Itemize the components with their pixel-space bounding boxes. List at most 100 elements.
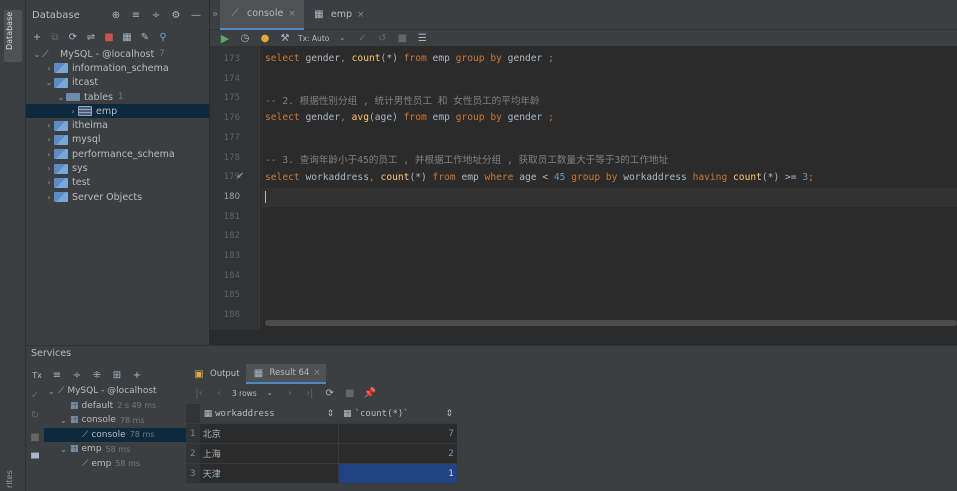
- chevron-icon[interactable]: ⌄: [32, 50, 42, 59]
- tab-console[interactable]: ⟋ console ×: [220, 0, 304, 30]
- sort-icon[interactable]: ⇕: [327, 409, 335, 419]
- stop-icon[interactable]: ■: [28, 430, 42, 444]
- execute-icon[interactable]: ▶: [218, 31, 232, 45]
- commit-icon[interactable]: ✓: [355, 31, 369, 45]
- check-icon[interactable]: ✓: [28, 388, 42, 402]
- stop-icon[interactable]: ■: [343, 386, 357, 400]
- chevron-icon[interactable]: ›: [44, 164, 54, 173]
- tree-item[interactable]: › itheima: [26, 118, 209, 132]
- close-icon[interactable]: ×: [313, 368, 320, 378]
- grid-icon[interactable]: ☰: [415, 31, 429, 45]
- tab-result[interactable]: ▦ Result 64 ×: [245, 364, 327, 384]
- rows-count-select[interactable]: 3 rows: [232, 389, 257, 398]
- tree-item[interactable]: › emp: [26, 104, 209, 119]
- close-icon[interactable]: ×: [357, 10, 365, 20]
- service-item[interactable]: ⌄ ▦ console 78 ms: [44, 413, 186, 428]
- tree-item[interactable]: ⌄ ⟋ MySQL - @localhost 7: [26, 47, 209, 61]
- filter-icon[interactable]: ⚲: [156, 30, 170, 44]
- explain-icon[interactable]: ●: [258, 31, 272, 45]
- add-icon[interactable]: +: [130, 368, 144, 382]
- column-header-workaddress[interactable]: ▦ workaddress ⇕: [199, 404, 340, 423]
- chevron-icon[interactable]: ›: [44, 135, 54, 144]
- tree-item[interactable]: › test: [26, 176, 209, 190]
- tree-item[interactable]: › sys: [26, 161, 209, 175]
- edit-icon[interactable]: ✎: [138, 30, 152, 44]
- chevron-icon[interactable]: ⌄: [60, 416, 70, 425]
- refresh-icon[interactable]: ↻: [28, 408, 42, 422]
- gear-icon[interactable]: ⚙: [169, 8, 183, 22]
- pin-icon[interactable]: 📌: [363, 386, 377, 400]
- cell-count[interactable]: 2: [339, 444, 457, 463]
- tab-output[interactable]: ▣ Output: [186, 364, 246, 384]
- chevron-icon[interactable]: ›: [44, 178, 54, 187]
- service-item[interactable]: ⟋ emp 58 ms: [44, 457, 186, 472]
- tree-item[interactable]: › performance_schema: [26, 147, 209, 161]
- copy-icon[interactable]: ⧉: [48, 30, 62, 44]
- first-page-icon[interactable]: |‹: [192, 386, 206, 400]
- service-item[interactable]: ⌄ ⟋ MySQL - @localhost: [44, 384, 186, 399]
- chevron-icon[interactable]: ⌄: [60, 445, 70, 454]
- cell-workaddress[interactable]: 天津: [199, 464, 340, 483]
- layout-icon[interactable]: ▀: [28, 452, 42, 466]
- service-item[interactable]: ▦ default 2 s 49 ms: [44, 399, 186, 414]
- chevron-icon[interactable]: ⌄: [44, 78, 54, 87]
- wrench-icon[interactable]: ⚒: [278, 31, 292, 45]
- close-icon[interactable]: ×: [288, 9, 296, 19]
- database-tree: ⌄ ⟋ MySQL - @localhost 7 › information_schema…: [26, 47, 209, 204]
- expand-icon[interactable]: ÷: [70, 368, 84, 382]
- chevron-icon[interactable]: ›: [44, 150, 54, 159]
- tx-icon[interactable]: Tx: [30, 368, 44, 382]
- group-icon[interactable]: ⁜: [90, 368, 104, 382]
- reload-icon[interactable]: ⟳: [323, 386, 337, 400]
- tree-item[interactable]: › information_schema: [26, 61, 209, 75]
- more-tabs-icon[interactable]: »: [210, 8, 220, 22]
- tree-item[interactable]: › mysql: [26, 133, 209, 147]
- cell-count[interactable]: 1: [339, 464, 457, 483]
- chevron-icon[interactable]: ›: [44, 193, 54, 202]
- database-icon: [54, 120, 68, 131]
- cell-workaddress[interactable]: 上海: [199, 444, 340, 463]
- collapse-all-icon[interactable]: ≡: [129, 8, 143, 22]
- collapse-all-icon[interactable]: ≡: [50, 368, 64, 382]
- rollback-icon[interactable]: ↺: [375, 31, 389, 45]
- column-header-count[interactable]: ▦ `count(*)` ⇕: [339, 404, 458, 423]
- chevron-down-icon[interactable]: ⌄: [263, 386, 277, 400]
- next-page-icon[interactable]: ›: [283, 386, 297, 400]
- chevron-icon[interactable]: ›: [68, 107, 78, 116]
- stop-icon[interactable]: ■: [102, 30, 116, 44]
- chevron-icon[interactable]: ›: [44, 121, 54, 130]
- schema-icon[interactable]: ⇌: [84, 30, 98, 44]
- layout-icon[interactable]: ⊞: [110, 368, 124, 382]
- tab-emp[interactable]: ▦ emp ×: [304, 0, 373, 30]
- tx-mode-select[interactable]: Tx: Auto: [298, 34, 329, 43]
- cell-workaddress[interactable]: 北京: [199, 424, 340, 443]
- last-page-icon[interactable]: ›|: [303, 386, 317, 400]
- cancel-icon[interactable]: ■: [395, 31, 409, 45]
- sql-editor[interactable]: 173 174 175 176 177 178 179 180 181 182 183 184 185 1…: [210, 46, 957, 330]
- add-icon[interactable]: +: [30, 30, 44, 44]
- table-row[interactable]: 3 天津 1: [186, 464, 457, 484]
- chevron-icon[interactable]: ›: [44, 64, 54, 73]
- table-view-icon[interactable]: ▦: [120, 30, 134, 44]
- expand-icon[interactable]: ÷: [149, 8, 163, 22]
- table-row[interactable]: 1 北京 7: [186, 424, 457, 444]
- service-item[interactable]: ⟋ console 78 ms: [44, 427, 186, 442]
- minimize-icon[interactable]: —: [189, 8, 203, 22]
- cell-count[interactable]: 7: [339, 424, 457, 443]
- horizontal-scrollbar[interactable]: [265, 320, 957, 326]
- database-icon: [54, 163, 68, 174]
- tree-item[interactable]: › Server Objects: [26, 190, 209, 204]
- chevron-icon[interactable]: ⌄: [48, 387, 58, 396]
- tree-item[interactable]: ⌄ itcast: [26, 76, 209, 90]
- chevron-down-icon[interactable]: ⌄: [335, 31, 349, 45]
- bottom-tool-tab-label[interactable]: rites: [5, 470, 14, 488]
- prev-page-icon[interactable]: ‹: [212, 386, 226, 400]
- chevron-icon[interactable]: ⌄: [56, 93, 66, 102]
- tree-item[interactable]: ⌄ tables 1: [26, 90, 209, 104]
- sort-icon[interactable]: ⇕: [445, 409, 453, 419]
- refresh-icon[interactable]: ⟳: [66, 30, 80, 44]
- table-row[interactable]: 2 上海 2: [186, 444, 457, 464]
- target-icon[interactable]: ⊕: [109, 8, 123, 22]
- service-item[interactable]: ⌄ ▦ emp 58 ms: [44, 442, 186, 457]
- history-icon[interactable]: ◷: [238, 31, 252, 45]
